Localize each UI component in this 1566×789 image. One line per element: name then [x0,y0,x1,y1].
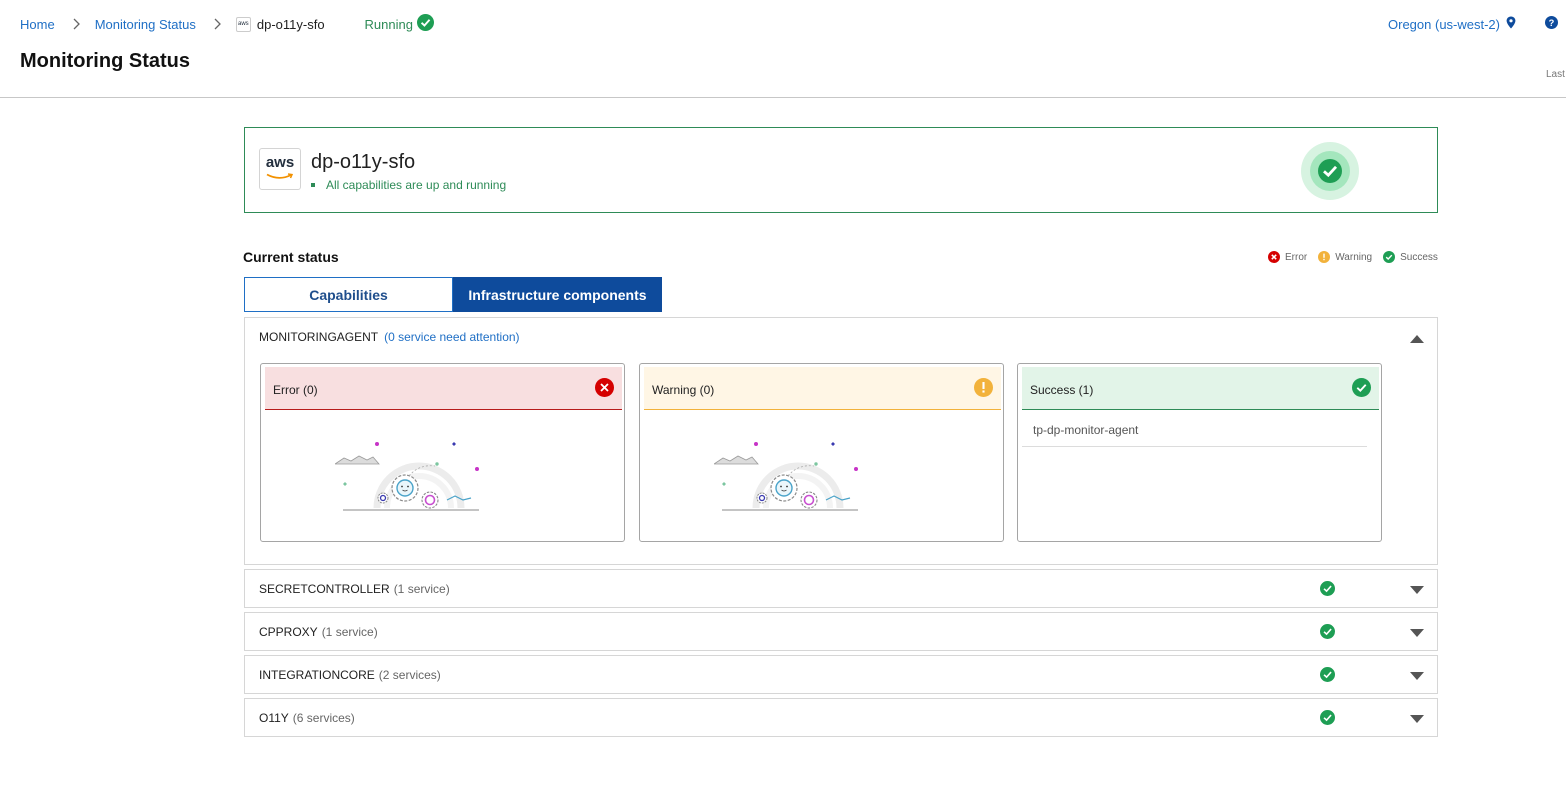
caret-up-icon[interactable] [1410,335,1424,343]
component-attention: (0 service need attention) [384,330,520,344]
component-cpproxy[interactable]: CPPROXY (1 service) [244,612,1438,651]
caret-down-icon[interactable] [1410,715,1424,723]
top-bar: Home Monitoring Status aws dp-o11y-sfo R… [0,0,1566,98]
component-label: CPPROXY (1 service) [259,625,378,639]
success-icon [1320,710,1335,730]
aws-logo-text: aws [265,154,295,171]
check-circle-icon [416,14,434,34]
aws-logo: aws [259,148,301,190]
success-icon [1320,581,1335,601]
component-monitoringagent: MONITORINGAGENT (0 service need attention… [244,317,1438,565]
dataplane-summary-card: aws dp-o11y-sfo All capabilities are up … [244,127,1438,213]
breadcrumb-current-label: dp-o11y-sfo [256,16,325,32]
component-integrationcore[interactable]: INTEGRATIONCORE (2 services) [244,655,1438,694]
legend-success: Success [1383,251,1438,263]
breadcrumb-home[interactable]: Home [20,17,55,32]
chevron-right-icon [214,18,222,30]
empty-state-illustration [714,442,858,511]
error-column: Error (0) [260,363,625,542]
aws-smile-icon [266,173,294,179]
error-icon [1268,251,1280,263]
success-icon [1352,378,1371,400]
status-tabs: Capabilities Infrastructure components [244,277,662,312]
breadcrumb-current: aws dp-o11y-sfo [235,16,325,32]
region-selector[interactable]: Oregon (us-west-2) [1388,16,1516,32]
current-status-heading: Current status [243,249,339,265]
legend-warning-label: Warning [1335,251,1373,263]
svg-text:?: ? [1549,18,1555,28]
legend-error-label: Error [1285,251,1308,263]
breadcrumb: Home Monitoring Status aws dp-o11y-sfo R… [20,14,434,34]
location-pin-icon [1506,16,1516,32]
legend-success-label: Success [1400,251,1438,263]
overall-success-icon [1301,142,1359,200]
warning-column-header: Warning (0) [644,367,1001,410]
success-icon [1320,624,1335,644]
error-icon [595,378,614,400]
success-column-header: Success (1) [1022,367,1379,410]
empty-state-illustration [335,442,479,511]
warning-column: Warning (0) [639,363,1004,542]
caret-down-icon[interactable] [1410,586,1424,594]
error-column-header: Error (0) [265,367,622,410]
page-title: Monitoring Status [20,50,190,72]
component-label: O11Y (6 services) [259,711,355,725]
last-updated-label: Last [1546,69,1565,80]
running-status: Running [365,14,434,34]
status-legend: Error Warning Success [1268,251,1438,263]
caret-down-icon[interactable] [1410,672,1424,680]
component-o11y[interactable]: O11Y (6 services) [244,698,1438,737]
component-name: MONITORINGAGENT [259,330,379,344]
breadcrumb-monitoring-status[interactable]: Monitoring Status [95,17,196,32]
success-icon [1320,667,1335,687]
success-column-label: Success (1) [1030,383,1094,397]
component-header[interactable]: MONITORINGAGENT (0 service need attention… [259,330,520,344]
region-label: Oregon (us-west-2) [1388,16,1500,32]
service-item[interactable]: tp-dp-monitor-agent [1022,416,1367,447]
chevron-right-icon [73,18,81,30]
component-label: SECRETCONTROLLER (1 service) [259,582,450,596]
dataplane-status-message: All capabilities are up and running [311,178,506,192]
success-column: Success (1) tp-dp-monitor-agent [1017,363,1382,542]
component-label: INTEGRATIONCORE (2 services) [259,668,441,682]
aws-logo-icon: aws [235,16,251,32]
dataplane-status-text: All capabilities are up and running [326,178,507,192]
tab-infrastructure-components[interactable]: Infrastructure components [453,277,662,312]
tab-capabilities[interactable]: Capabilities [244,277,453,312]
error-column-label: Error (0) [273,383,318,397]
caret-down-icon[interactable] [1410,629,1424,637]
component-secretcontroller[interactable]: SECRETCONTROLLER (1 service) [244,569,1438,608]
legend-error: Error [1268,251,1307,263]
warning-icon [1318,251,1331,263]
help-icon[interactable]: ? [1545,16,1558,34]
dataplane-name: dp-o11y-sfo [311,151,416,173]
success-icon [1383,251,1396,263]
bullet-icon [311,183,315,187]
warning-column-label: Warning (0) [652,383,715,397]
running-status-label: Running [364,16,413,32]
warning-icon [974,378,993,400]
legend-warning: Warning [1318,251,1372,263]
